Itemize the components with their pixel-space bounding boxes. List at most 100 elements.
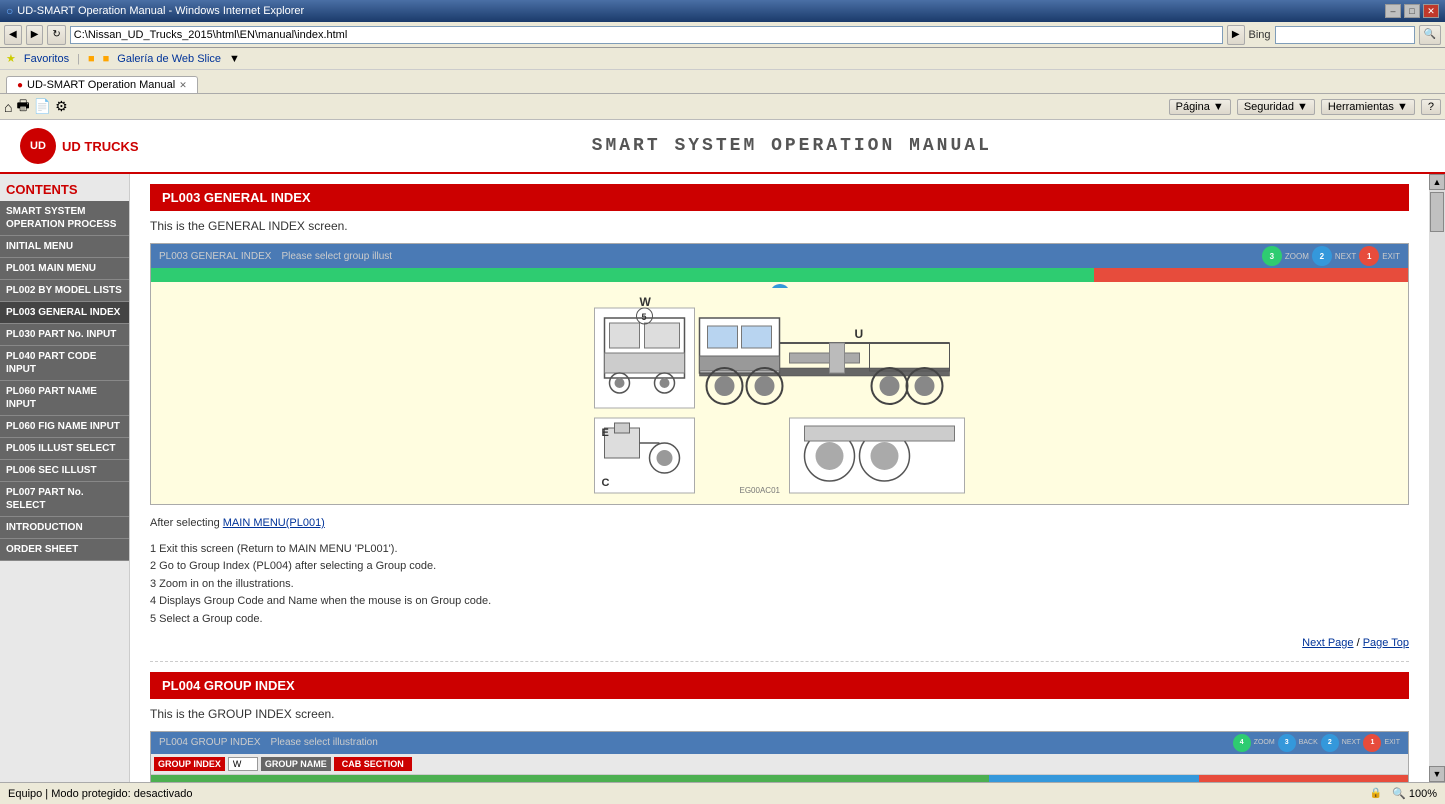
- window-title: UD-SMART Operation Manual - Windows Inte…: [17, 5, 304, 17]
- search-engine-label: Bing: [1249, 29, 1271, 41]
- pl004-screen-header: PL004 GROUP INDEX Please select illustra…: [151, 732, 1408, 754]
- pl004-screen-title: PL004 GROUP INDEX: [159, 737, 261, 748]
- sidebar-item-initial-menu[interactable]: INITIAL MENU: [0, 236, 129, 258]
- svg-text:U: U: [855, 327, 864, 341]
- status-text: Equipo | Modo protegido: desactivado: [8, 788, 192, 800]
- screen-title: PL003 GENERAL INDEX: [159, 251, 271, 262]
- galeria-link[interactable]: Galería de Web Slice: [117, 53, 221, 65]
- instruction-1: 1 Exit this screen (Return to MAIN MENU …: [150, 541, 1409, 559]
- tools-icon: ⚙: [55, 98, 68, 115]
- pl004-next-btn[interactable]: 2: [1321, 734, 1339, 752]
- pl003-screen-box: PL003 GENERAL INDEX Please select group …: [150, 243, 1409, 505]
- dropdown-icon: ▼: [229, 53, 240, 65]
- sidebar-item-pl060-fig[interactable]: PL060 FIG NAME INPUT: [0, 416, 129, 438]
- rss-icon2: ■: [103, 53, 110, 65]
- fav-separator: |: [77, 53, 80, 65]
- zoom-btn[interactable]: 3: [1262, 246, 1282, 266]
- seguridad-button[interactable]: Seguridad ▼: [1237, 99, 1315, 115]
- svg-text:EG00AC01: EG00AC01: [740, 486, 781, 495]
- zoom-level: 🔍 100%: [1392, 787, 1437, 800]
- scroll-down-arrow[interactable]: ▼: [1429, 766, 1445, 782]
- pl004-screen-box: PL004 GROUP INDEX Please select illustra…: [150, 731, 1409, 782]
- search-button[interactable]: 🔍: [1419, 25, 1441, 45]
- minimize-button[interactable]: –: [1385, 4, 1401, 18]
- main-scrollbar: ▲ ▼: [1429, 174, 1445, 782]
- group-index-label: GROUP INDEX: [154, 757, 225, 771]
- ud-logo-text: UD TRUCKS: [62, 139, 139, 154]
- svg-text:W: W: [640, 295, 652, 309]
- herramientas-button[interactable]: Herramientas ▼: [1321, 99, 1415, 115]
- close-button[interactable]: ✕: [1423, 4, 1439, 18]
- ie-toolbar-right: Página ▼ Seguridad ▼ Herramientas ▼ ?: [1169, 99, 1441, 115]
- ud-logo: UD UD TRUCKS: [20, 128, 139, 164]
- print-icon: 🖶: [16, 95, 29, 119]
- refresh-button[interactable]: ↻: [47, 25, 65, 45]
- address-input[interactable]: [70, 26, 1223, 44]
- sidebar-item-introduction[interactable]: INTRODUCTION: [0, 517, 129, 539]
- next-page-link[interactable]: Next Page: [1302, 637, 1353, 649]
- sidebar-item-pl001[interactable]: PL001 MAIN MENU: [0, 258, 129, 280]
- instruction-2: 2 Go to Group Index (PL004) after select…: [150, 558, 1409, 576]
- star-icon: ★: [6, 52, 16, 65]
- sidebar-item-pl003[interactable]: PL003 GENERAL INDEX: [0, 302, 129, 324]
- pl004-back-btn[interactable]: 3: [1278, 734, 1296, 752]
- tab-label: UD-SMART Operation Manual: [27, 79, 175, 91]
- ud-logo-circle: UD: [20, 128, 56, 164]
- scroll-up-arrow[interactable]: ▲: [1429, 174, 1445, 190]
- svg-text:5: 5: [642, 312, 647, 322]
- help-button[interactable]: ?: [1421, 99, 1441, 115]
- rss-icon: ■: [88, 53, 95, 65]
- pagina-button[interactable]: Página ▼: [1169, 99, 1231, 115]
- main-tab[interactable]: ● UD-SMART Operation Manual ✕: [6, 76, 198, 93]
- go-button[interactable]: ▶: [1227, 25, 1245, 45]
- truck-illustration: W 5: [157, 288, 1402, 498]
- sidebar-item-pl040[interactable]: PL040 PART CODE INPUT: [0, 346, 129, 381]
- page-top-link[interactable]: Page Top: [1363, 637, 1409, 649]
- section1-header: PL003 GENERAL INDEX: [150, 184, 1409, 211]
- search-input[interactable]: [1275, 26, 1415, 44]
- page-header: UD UD TRUCKS SMART SYSTEM OPERATION MANU…: [0, 120, 1445, 174]
- pl004-zoom-btn[interactable]: 4: [1233, 734, 1251, 752]
- instructions-block: 1 Exit this screen (Return to MAIN MENU …: [150, 541, 1409, 629]
- favoritos-link[interactable]: Favoritos: [24, 53, 69, 65]
- sidebar-item-pl007[interactable]: PL007 PART No. SELECT: [0, 482, 129, 517]
- cab-section-label: CAB SECTION: [334, 757, 412, 771]
- ie-icon: ○: [6, 4, 13, 18]
- next-btn[interactable]: 2: [1312, 246, 1332, 266]
- pl004-exit-btn[interactable]: 1: [1363, 734, 1381, 752]
- sidebar-item-smart-system[interactable]: SMART SYSTEM OPERATION PROCESS: [0, 201, 129, 236]
- back-button[interactable]: ◀: [4, 25, 22, 45]
- status-bar: Equipo | Modo protegido: desactivado 🔒 🔍…: [0, 782, 1445, 804]
- scroll-thumb[interactable]: [1430, 192, 1444, 232]
- sidebar-item-pl006[interactable]: PL006 SEC ILLUST: [0, 460, 129, 482]
- favorites-bar: ★ Favoritos | ■ ■ Galería de Web Slice ▼: [0, 48, 1445, 70]
- ie-toolbar: ⌂ 🖶 📄 ⚙ Página ▼ Seguridad ▼ Herramienta…: [0, 94, 1445, 120]
- forward-button[interactable]: ▶: [26, 25, 44, 45]
- protected-icon: 🔒: [1370, 788, 1382, 799]
- section2-description: This is the GROUP INDEX screen.: [150, 707, 1409, 721]
- svg-text:C: C: [602, 477, 610, 489]
- group-index-value: W: [228, 757, 258, 771]
- tab-close-icon[interactable]: ✕: [179, 80, 187, 91]
- maximize-button[interactable]: □: [1404, 4, 1420, 18]
- screen-subtitle: Please select group illust: [281, 251, 392, 262]
- main-menu-link[interactable]: MAIN MENU(PL001): [223, 517, 325, 529]
- pl004-screen-subtitle: Please select illustration: [271, 737, 378, 748]
- sidebar-item-pl005[interactable]: PL005 ILLUST SELECT: [0, 438, 129, 460]
- tab-icon: ●: [17, 80, 23, 91]
- sidebar-item-order-sheet[interactable]: ORDER SHEET: [0, 539, 129, 561]
- address-bar: ◀ ▶ ↻ ▶ Bing 🔍: [0, 22, 1445, 48]
- exit-btn[interactable]: 1: [1359, 246, 1379, 266]
- group-name-label: GROUP NAME: [261, 757, 331, 771]
- contents-label: CONTENTS: [0, 174, 129, 201]
- sidebar-item-pl060-part[interactable]: PL060 PART NAME INPUT: [0, 381, 129, 416]
- status-right: 🔒 🔍 100%: [1370, 787, 1437, 800]
- browser-content: UD UD TRUCKS SMART SYSTEM OPERATION MANU…: [0, 120, 1445, 782]
- sidebar-item-pl002[interactable]: PL002 BY MODEL LISTS: [0, 280, 129, 302]
- tab-bar: ● UD-SMART Operation Manual ✕: [0, 70, 1445, 94]
- section2-header: PL004 GROUP INDEX: [150, 672, 1409, 699]
- nav-links-1: Next Page / Page Top: [150, 637, 1409, 649]
- window-controls: – □ ✕: [1385, 4, 1439, 18]
- sidebar-item-pl030[interactable]: PL030 PART No. INPUT: [0, 324, 129, 346]
- section1-description: This is the GENERAL INDEX screen.: [150, 219, 1409, 233]
